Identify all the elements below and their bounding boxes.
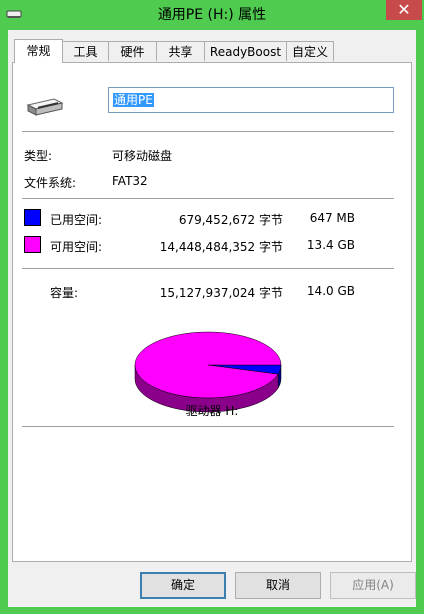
general-panel: 通用PE 类型: 可移动磁盘 文件系统: FAT32 已用空间: 679,452…: [12, 62, 412, 562]
free-space-size: 13.4 GB: [306, 238, 355, 252]
tab-readyboost[interactable]: ReadyBoost: [204, 41, 287, 61]
pie-slice-可用空间: [134, 331, 282, 399]
free-space-label: 可用空间:: [50, 240, 103, 254]
close-icon: ✕: [397, 0, 411, 19]
capacity-bytes: 15,127,937,024 字节: [159, 286, 283, 300]
tab-customize[interactable]: 自定义: [286, 41, 334, 61]
ok-button[interactable]: 确定: [140, 572, 226, 599]
separator: [22, 268, 394, 269]
used-space-label: 已用空间:: [50, 213, 103, 227]
properties-window: 通用PE (H:) 属性 ✕ 常规 工具 硬件 共享 ReadyBoost 自定…: [0, 0, 424, 614]
tab-bar: 常规 工具 硬件 共享 ReadyBoost 自定义: [12, 39, 416, 63]
tab-general[interactable]: 常规: [14, 39, 63, 63]
dialog-client: 常规 工具 硬件 共享 ReadyBoost 自定义 通用PE 类型: 可移动磁…: [8, 30, 416, 607]
separator: [22, 198, 394, 199]
drive-name-text: 通用PE: [113, 93, 154, 107]
filesystem-label: 文件系统:: [24, 176, 77, 190]
used-space-bytes: 679,452,672 字节: [178, 213, 283, 227]
drive-letter-label: 驱动器 H:: [185, 404, 239, 418]
close-button[interactable]: ✕: [386, 0, 422, 20]
drive-name-input[interactable]: 通用PE: [108, 87, 394, 113]
title-bar[interactable]: 通用PE (H:) 属性 ✕: [0, 0, 424, 30]
apply-button[interactable]: 应用(A): [330, 572, 416, 599]
type-value: 可移动磁盘: [112, 149, 173, 163]
free-space-swatch: [24, 236, 41, 253]
capacity-label: 容量:: [50, 286, 79, 300]
used-space-size: 647 MB: [309, 211, 355, 225]
capacity-size: 14.0 GB: [306, 284, 355, 298]
filesystem-value: FAT32: [112, 174, 148, 188]
tab-tools[interactable]: 工具: [62, 41, 109, 61]
cancel-button[interactable]: 取消: [235, 572, 321, 599]
drive-icon: [26, 98, 64, 116]
used-space-swatch: [24, 209, 41, 226]
tab-sharing[interactable]: 共享: [156, 41, 205, 61]
separator: [22, 426, 394, 427]
tab-hardware[interactable]: 硬件: [108, 41, 157, 61]
free-space-bytes: 14,448,484,352 字节: [159, 240, 283, 254]
window-title: 通用PE (H:) 属性: [157, 7, 267, 23]
separator: [22, 131, 394, 132]
type-label: 类型:: [24, 149, 53, 163]
